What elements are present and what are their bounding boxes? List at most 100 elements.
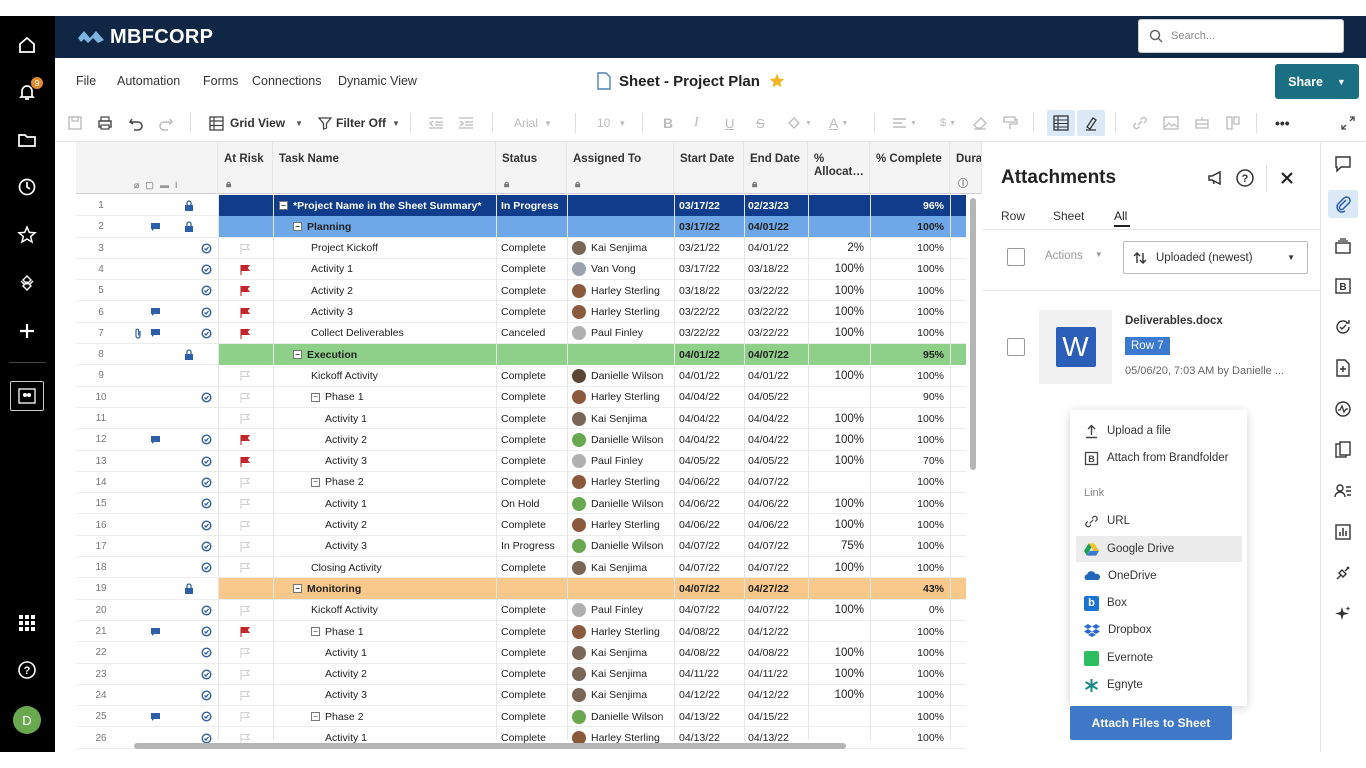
image-icon[interactable] bbox=[1163, 114, 1179, 132]
collapse-toggle-icon[interactable]: − bbox=[293, 222, 302, 232]
share-button[interactable]: Share ▼ bbox=[1275, 64, 1359, 99]
user-avatar[interactable]: D bbox=[13, 706, 41, 734]
allocation-cell[interactable]: 100% bbox=[808, 515, 864, 536]
column-end-date[interactable]: End Date 🔒︎ bbox=[744, 142, 808, 194]
percent-complete-cell[interactable]: 100% bbox=[870, 621, 944, 642]
at-risk-flag-icon[interactable] bbox=[240, 664, 250, 685]
strikethrough-icon[interactable]: S bbox=[756, 114, 765, 132]
table-row[interactable]: 3 Project Kickoff Complete Kai Senjima 03/21… bbox=[76, 238, 966, 259]
integrations-icon[interactable] bbox=[1332, 562, 1354, 584]
table-row[interactable]: 16 Activity 2 Complete Harley Sterling 04/06… bbox=[76, 515, 966, 536]
at-risk-flag-icon[interactable] bbox=[240, 642, 250, 663]
comments-icon[interactable] bbox=[1332, 153, 1354, 175]
close-icon[interactable] bbox=[1279, 170, 1295, 189]
task-name-cell[interactable]: Activity 3 bbox=[325, 451, 499, 472]
status-cell[interactable]: In Progress bbox=[501, 536, 569, 557]
workspace-icon[interactable] bbox=[10, 381, 44, 411]
assigned-to-cell[interactable]: Danielle Wilson bbox=[572, 365, 677, 386]
table-row[interactable]: 21− Phase 1 Complete Harley Sterling 04/08/2… bbox=[76, 621, 966, 643]
task-name-cell[interactable]: − *Project Name in the Sheet Summary* bbox=[279, 195, 499, 216]
percent-complete-cell[interactable]: 100% bbox=[870, 664, 944, 685]
table-row[interactable]: 19 − Monitoring 04/07/22 04/27/22 43% bbox=[76, 578, 966, 600]
allocation-cell[interactable]: 100% bbox=[808, 664, 864, 685]
more-options-icon[interactable]: ••• bbox=[1275, 114, 1290, 132]
update-status-icon[interactable] bbox=[201, 451, 212, 472]
fill-color-icon[interactable]: ▼ bbox=[786, 114, 812, 132]
publish-icon[interactable] bbox=[1332, 357, 1354, 379]
start-date-cell[interactable]: 03/17/22 bbox=[679, 195, 743, 216]
allocation-cell[interactable]: 100% bbox=[808, 259, 864, 280]
update-status-icon[interactable] bbox=[201, 536, 212, 557]
collapse-toggle-icon[interactable]: − bbox=[311, 477, 320, 487]
allocation-cell[interactable] bbox=[808, 621, 864, 642]
at-risk-flag-icon[interactable] bbox=[240, 387, 250, 408]
comment-indicator-icon[interactable] bbox=[150, 429, 161, 450]
collapse-toggle-icon[interactable]: − bbox=[279, 201, 288, 210]
end-date-cell[interactable]: 03/22/22 bbox=[748, 323, 808, 344]
solution-center-icon[interactable] bbox=[12, 268, 42, 298]
sort-dropdown[interactable]: Uploaded (newest) ▼ bbox=[1123, 241, 1308, 274]
column-props-icon[interactable] bbox=[1225, 114, 1241, 132]
allocation-cell[interactable] bbox=[808, 578, 864, 599]
print-icon[interactable] bbox=[97, 114, 113, 132]
resource-management-icon[interactable] bbox=[1332, 480, 1354, 502]
upload-file-item[interactable]: Upload a file bbox=[1084, 421, 1171, 441]
end-date-cell[interactable]: 03/22/22 bbox=[748, 302, 808, 323]
percent-complete-cell[interactable]: 100% bbox=[870, 323, 944, 344]
table-row[interactable]: 14− Phase 2 Complete Harley Sterling 04/06/2… bbox=[76, 472, 966, 494]
row-number[interactable]: 13 bbox=[76, 451, 126, 472]
status-cell[interactable]: In Progress bbox=[501, 195, 569, 216]
end-date-cell[interactable]: 03/18/22 bbox=[748, 259, 808, 280]
at-risk-flag-icon[interactable] bbox=[240, 323, 250, 344]
start-date-cell[interactable]: 03/17/22 bbox=[679, 216, 743, 237]
select-all-checkbox[interactable] bbox=[1007, 248, 1025, 266]
percent-complete-cell[interactable]: 100% bbox=[870, 365, 944, 386]
task-name-cell[interactable]: Activity 3 bbox=[325, 536, 499, 557]
end-date-cell[interactable]: 04/04/22 bbox=[748, 408, 808, 429]
evernote-item[interactable]: Evernote bbox=[1084, 648, 1153, 668]
start-date-cell[interactable]: 04/07/22 bbox=[679, 536, 743, 557]
menu-file[interactable]: File bbox=[76, 74, 96, 88]
task-name-cell[interactable]: Project Kickoff bbox=[311, 238, 499, 259]
column-allocation[interactable]: % Allocat… bbox=[808, 142, 870, 194]
percent-complete-cell[interactable]: 100% bbox=[870, 408, 944, 429]
start-date-cell[interactable]: 04/01/22 bbox=[679, 365, 743, 386]
format-painter-icon[interactable] bbox=[1002, 114, 1018, 132]
allocation-cell[interactable]: 100% bbox=[808, 685, 864, 706]
row-number[interactable]: 7 bbox=[76, 323, 126, 344]
status-cell[interactable] bbox=[501, 216, 569, 237]
end-date-cell[interactable]: 04/01/22 bbox=[748, 238, 808, 259]
percent-complete-cell[interactable]: 100% bbox=[870, 216, 944, 237]
end-date-cell[interactable]: 04/27/22 bbox=[748, 578, 808, 599]
status-cell[interactable]: Complete bbox=[501, 621, 569, 642]
sheet-title[interactable]: Sheet - Project Plan bbox=[619, 73, 760, 90]
brandfolder-panel-icon[interactable]: B bbox=[1332, 275, 1354, 297]
column-task-name[interactable]: Task Name bbox=[273, 142, 496, 194]
status-cell[interactable]: Complete bbox=[501, 664, 569, 685]
tab-row[interactable]: Row bbox=[1001, 209, 1025, 223]
text-color-icon[interactable]: A ▼ bbox=[829, 114, 848, 132]
box-item[interactable]: b Box bbox=[1084, 593, 1127, 613]
row-number[interactable]: 3 bbox=[76, 238, 126, 259]
status-cell[interactable]: Complete bbox=[501, 259, 569, 280]
assigned-to-cell[interactable]: Danielle Wilson bbox=[572, 536, 677, 557]
table-row[interactable]: 7 Collect Deliverables Canceled Paul Finley… bbox=[76, 323, 966, 345]
status-cell[interactable]: Complete bbox=[501, 706, 569, 727]
link-icon[interactable] bbox=[1132, 114, 1148, 132]
end-date-cell[interactable]: 02/23/23 bbox=[748, 195, 808, 216]
task-name-cell[interactable]: − Phase 2 bbox=[311, 706, 499, 727]
percent-complete-cell[interactable]: 100% bbox=[870, 515, 944, 536]
percent-complete-cell[interactable]: 100% bbox=[870, 728, 944, 749]
percent-complete-cell[interactable]: 100% bbox=[870, 259, 944, 280]
table-row[interactable]: 12 Activity 2 Complete Danielle Wilson 04/04… bbox=[76, 429, 966, 451]
save-icon[interactable] bbox=[67, 114, 83, 132]
comment-indicator-icon[interactable] bbox=[150, 323, 161, 344]
start-date-cell[interactable]: 04/04/22 bbox=[679, 429, 743, 450]
row-number[interactable]: 14 bbox=[76, 472, 126, 493]
status-cell[interactable]: Complete bbox=[501, 429, 569, 450]
at-risk-flag-icon[interactable] bbox=[240, 600, 250, 621]
assigned-to-cell[interactable]: Harley Sterling bbox=[572, 472, 677, 493]
comment-indicator-icon[interactable] bbox=[150, 706, 161, 727]
at-risk-flag-icon[interactable] bbox=[240, 685, 250, 706]
assigned-to-cell[interactable]: Harley Sterling bbox=[572, 387, 677, 408]
